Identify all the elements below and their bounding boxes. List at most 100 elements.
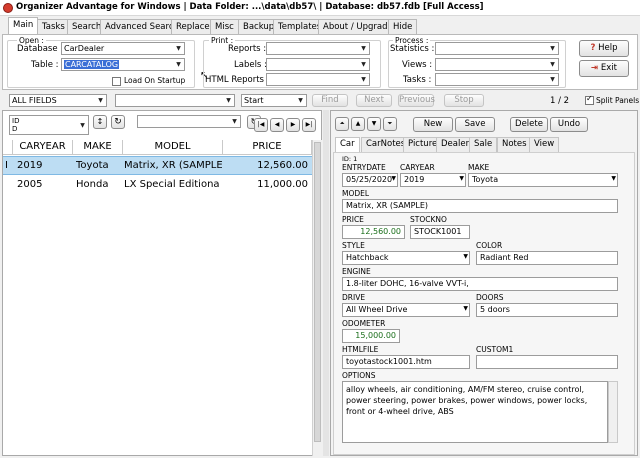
sort-field-line1: ID [12,117,20,125]
tab-main[interactable]: Main [8,17,39,35]
labels-select[interactable]: ▼ [266,58,370,71]
statistics-select[interactable]: ▼ [435,42,559,55]
new-button[interactable]: New [413,117,453,132]
sort-field-select[interactable]: ID D ▼ [9,115,89,135]
exit-button[interactable]: ⇥ Exit [579,60,629,77]
down-icon: ▼ [371,120,377,127]
doors-field[interactable]: 5 doors [476,303,618,317]
filter-select[interactable]: ▼ [137,115,241,128]
help-button[interactable]: ? Help [579,40,629,57]
stockno-label: STOCKNO [410,215,447,224]
column-header-price[interactable]: PRICE [223,140,312,155]
chevron-down-icon: ▼ [361,61,366,68]
database-value: CarDealer [64,44,105,53]
page-indicator: 1 / 2 [550,96,570,106]
make-select[interactable]: Toyota ▼ [468,173,618,187]
entrydate-field[interactable]: 05/25/2020 ▼ [342,173,398,187]
sort-direction-button[interactable]: ↕ [93,115,107,129]
color-field[interactable]: Radiant Red [476,251,618,265]
grid-vertical-scrollbar[interactable] [312,140,322,456]
tab-replace[interactable]: Replace [171,19,215,35]
views-select[interactable]: ▼ [435,58,559,71]
split-panels-label: Split Panels [596,96,640,105]
tab-sale[interactable]: Sale [469,137,498,152]
options-textarea[interactable]: alloy wheels, air conditioning, AM/FM st… [342,381,608,443]
caryear-select[interactable]: 2019 ▼ [400,173,466,187]
chevron-down-icon: ▼ [463,253,468,260]
labels-label: Labels : [234,60,267,70]
custom1-label: CUSTOM1 [476,345,514,354]
tab-view[interactable]: View [529,137,560,152]
drive-select[interactable]: All Wheel Drive ▼ [342,303,470,317]
style-select[interactable]: Hatchback ▼ [342,251,470,265]
engine-field[interactable]: 1.8-liter DOHC, 16-valve VVT-i, [342,277,618,291]
search-mode-select[interactable]: Start ▼ [241,94,307,107]
search-text-input[interactable]: ▼ [115,94,235,107]
next-record-button[interactable]: ▼ [367,117,381,131]
prior-icon: ◀ [274,121,280,128]
tab-tasks[interactable]: Tasks [37,19,70,35]
tab-car[interactable]: Car [335,137,360,152]
previous-button[interactable]: Previous [398,94,435,107]
sort-refresh-button[interactable]: ↻ [111,115,125,129]
table-row[interactable]: I 2019 Toyota Matrix, XR (SAMPLE) 12,560… [3,156,312,175]
htmlfile-field[interactable]: toyotastock1001.htm [342,355,470,369]
undo-button[interactable]: Undo [550,117,588,132]
refresh-icon: ↻ [114,117,122,127]
cell-model: LX Special Editiona (S [124,179,222,190]
split-panels-checkbox[interactable]: ✓ [585,94,594,105]
find-button[interactable]: Find [312,94,348,107]
price-label: PRICE [342,215,364,224]
tasks-select[interactable]: ▼ [435,73,559,86]
entrydate-value: 05/25/2020 [346,175,393,184]
html-reports-select[interactable]: ▼ [266,73,370,86]
chevron-down-icon: ▼ [550,61,555,68]
column-header-model[interactable]: MODEL [123,140,223,155]
odometer-field[interactable]: 15,000.00 [342,329,400,343]
first-record-button[interactable]: |◀ [254,118,268,132]
chevron-down-icon: ▼ [550,76,555,83]
search-field-select[interactable]: ALL FIELDS ▼ [9,94,107,107]
next-button[interactable]: Next [356,94,392,107]
prior-record-button[interactable]: ▲ [351,117,365,131]
scrollbar-thumb[interactable] [314,142,321,442]
tab-notes[interactable]: Notes [497,137,532,152]
stockno-field[interactable]: STOCK1001 [410,225,470,239]
sort-field-line2: D [12,125,18,133]
html-reports-label: HTML Reports : [205,75,270,85]
tab-about-upgrade[interactable]: About / Upgrade [318,19,398,35]
model-field[interactable]: Matrix, XR (SAMPLE) [342,199,618,213]
chevron-down-icon: ▼ [550,45,555,52]
load-on-startup-checkbox[interactable] [112,77,121,86]
column-header-caryear[interactable]: CARYEAR [13,140,73,155]
column-header-make[interactable]: MAKE [73,140,123,155]
table-select[interactable]: CARCATALOG ▼ [61,58,185,71]
options-scrollbar[interactable] [608,381,618,443]
stop-button[interactable]: Stop [444,94,484,107]
engine-label: ENGINE [342,267,371,276]
last-record-button[interactable]: ▶| [302,118,316,132]
database-select[interactable]: CarDealer ▼ [61,42,185,55]
custom1-field[interactable] [476,355,618,369]
tab-hide[interactable]: Hide [388,19,418,35]
car-tab-content: ID: 1 ENTRYDATE 05/25/2020 ▼ CARYEAR 2019… [333,152,635,455]
first-icon: |◀ [257,121,265,128]
first-record-button[interactable]: ⏶ [335,117,349,131]
delete-button[interactable]: Delete [510,117,548,132]
next-record-button[interactable]: ▶ [286,118,300,132]
table-row[interactable]: 2005 Honda LX Special Editiona (S 11,000… [3,176,312,195]
reports-select[interactable]: ▼ [266,42,370,55]
main-tab-bar: Main Tasks Search Advanced Search Replac… [0,17,640,35]
cell-make: Honda [76,179,109,190]
chevron-down-icon: ▼ [98,97,103,104]
prior-record-button[interactable]: ◀ [270,118,284,132]
help-icon: ? [590,43,596,53]
price-field[interactable]: 12,560.00 [342,225,405,239]
save-button[interactable]: Save [455,117,495,132]
panel-splitter[interactable] [323,110,329,456]
model-label: MODEL [342,189,370,198]
tab-misc[interactable]: Misc [210,19,239,35]
style-label: STYLE [342,241,365,250]
records-grid-pane: ID D ▼ ↕ ↻ ▼ ↻ |◀ ◀ ▶ ▶| CARYEAR MAKE MO… [2,110,322,456]
last-record-button[interactable]: ⏷ [383,117,397,131]
